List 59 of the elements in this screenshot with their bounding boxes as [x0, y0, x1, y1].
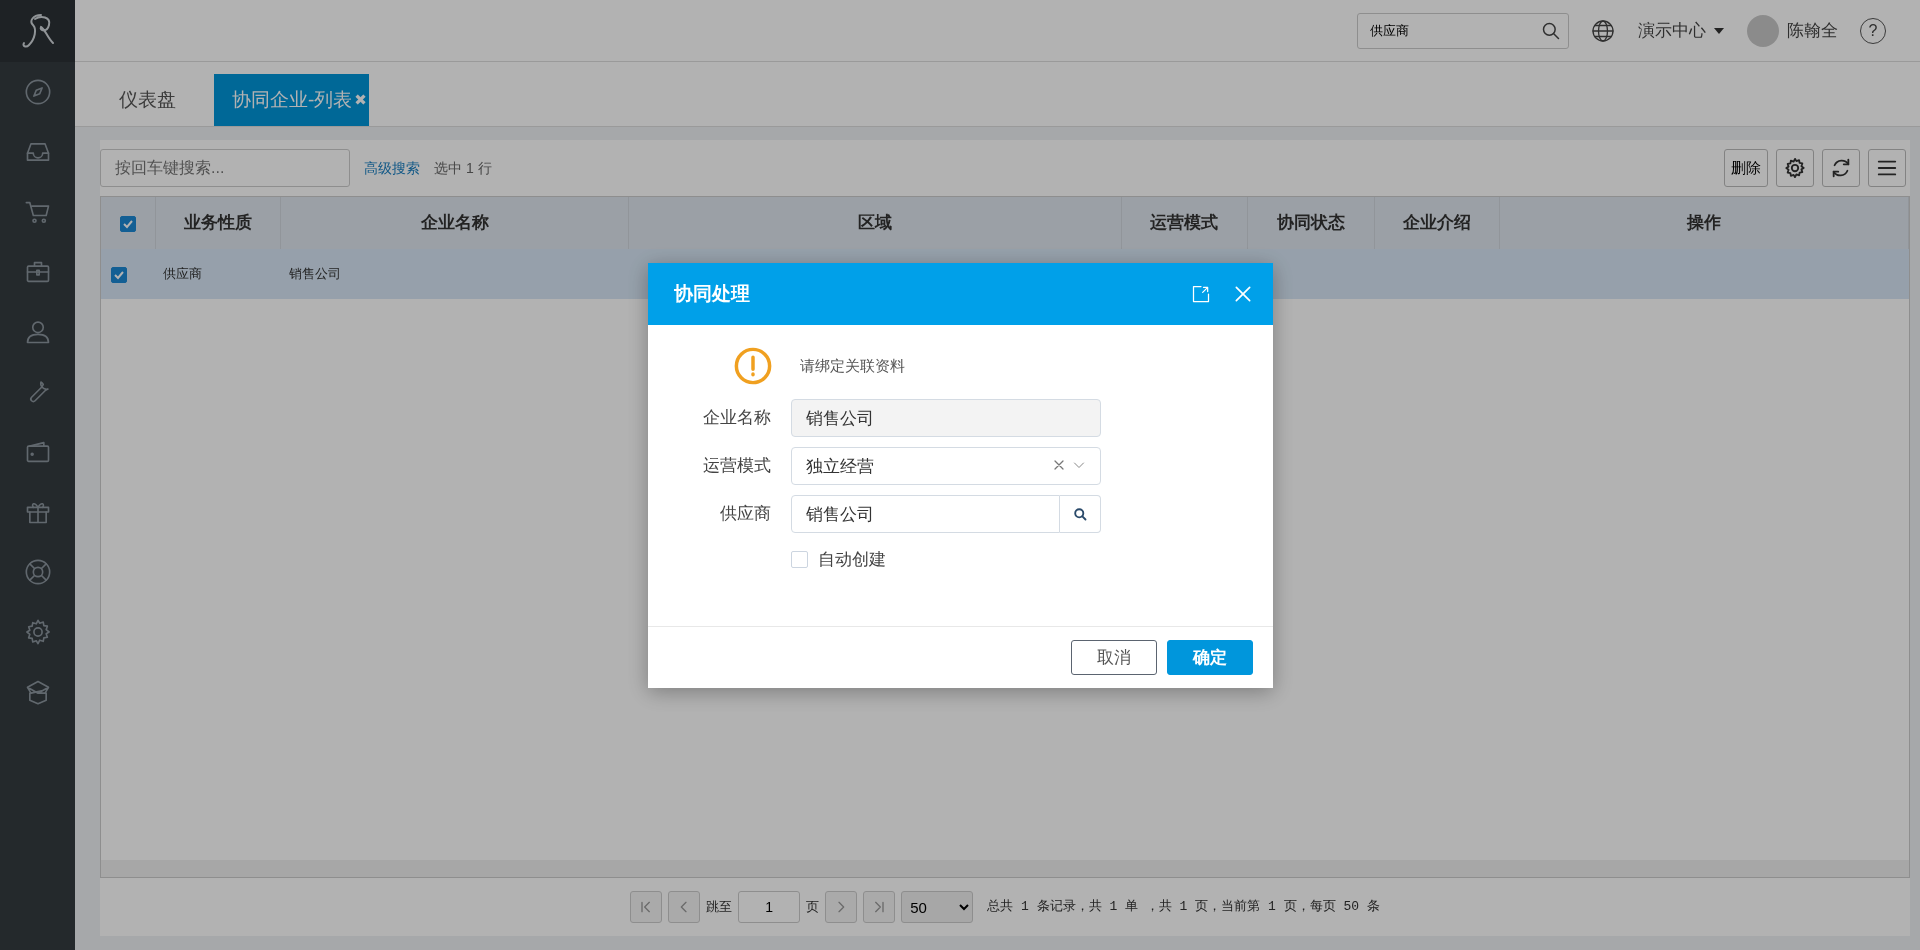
dialog-title: 协同处理: [674, 281, 751, 306]
first-page-button[interactable]: [630, 891, 663, 923]
confirm-button[interactable]: 确定: [1167, 640, 1253, 675]
search-icon: [1541, 20, 1561, 41]
compass-icon[interactable]: [23, 78, 52, 106]
org-dropdown[interactable]: 演示中心: [1637, 16, 1725, 45]
selection-count: 选中 1 行: [434, 158, 492, 178]
select-field[interactable]: 独立经营: [791, 447, 1101, 485]
auto-create-checkbox[interactable]: 自动创建: [791, 547, 1273, 573]
warning-icon: [734, 347, 772, 385]
page-unit: 页: [806, 898, 820, 917]
column-header[interactable]: 业务性质: [155, 197, 281, 249]
keyword-search-field[interactable]: 按回车键搜索...: [100, 149, 350, 187]
refresh-button[interactable]: [1822, 149, 1860, 187]
lifebuoy-icon[interactable]: [23, 558, 52, 586]
global-search-field[interactable]: 供应商: [1357, 12, 1569, 49]
field-label: 企业名称: [702, 407, 772, 430]
table-cell: 供应商: [163, 266, 203, 282]
page-input[interactable]: 1: [738, 891, 801, 923]
maximize-icon[interactable]: [1191, 284, 1211, 304]
jump-label: 跳至: [706, 898, 733, 917]
last-page-button[interactable]: [863, 891, 896, 923]
settings-icon: [1784, 157, 1806, 179]
search-button[interactable]: [1060, 495, 1101, 533]
menu-button[interactable]: [1868, 149, 1906, 187]
column-header[interactable]: 企业名称: [280, 197, 629, 249]
caret-icon: [1714, 27, 1724, 34]
tab[interactable]: 仪表盘: [103, 74, 196, 126]
advanced-search-link[interactable]: 高级搜索: [364, 157, 420, 179]
lookup-field[interactable]: 销售公司: [791, 495, 1060, 533]
refresh-icon: [1830, 157, 1852, 179]
column-header[interactable]: 协同状态: [1247, 197, 1375, 249]
next-page-button[interactable]: [825, 891, 858, 923]
close-icon[interactable]: [1233, 284, 1253, 304]
user-avatar[interactable]: [1747, 14, 1779, 47]
column-header[interactable]: 区域: [628, 197, 1122, 249]
field-label: 运营模式: [702, 455, 772, 478]
user-name[interactable]: 陈翰全: [1787, 17, 1838, 44]
pagination-summary: 总共 1 条记录，共 1 单 ，共 1 页，当前第 1 页，每页 50 条: [987, 898, 1380, 917]
column-header[interactable]: 运营模式: [1121, 197, 1248, 249]
column-header[interactable]: 操作: [1499, 197, 1909, 249]
horizontal-scrollbar[interactable]: [101, 860, 1909, 877]
settings-icon[interactable]: [23, 618, 52, 646]
page-size-select[interactable]: 50: [901, 891, 974, 923]
globe-icon[interactable]: [1591, 18, 1615, 43]
checkbox[interactable]: [119, 215, 136, 232]
cancel-button[interactable]: 取消: [1071, 640, 1157, 675]
table-cell: 销售公司: [288, 266, 341, 282]
field-label: 供应商: [719, 503, 772, 526]
checkbox[interactable]: [111, 266, 127, 283]
settings-button[interactable]: [1776, 149, 1814, 187]
column-header[interactable]: 企业介绍: [1374, 197, 1500, 249]
clear-icon[interactable]: [1053, 459, 1065, 471]
chevron-down-icon: [1073, 459, 1085, 471]
previous-page-button[interactable]: [668, 891, 701, 923]
readonly-field[interactable]: 销售公司: [791, 399, 1101, 437]
notice-text: 请绑定关联资料: [800, 355, 905, 376]
search-icon: [1072, 506, 1088, 522]
delete-button[interactable]: 删除: [1724, 149, 1768, 187]
